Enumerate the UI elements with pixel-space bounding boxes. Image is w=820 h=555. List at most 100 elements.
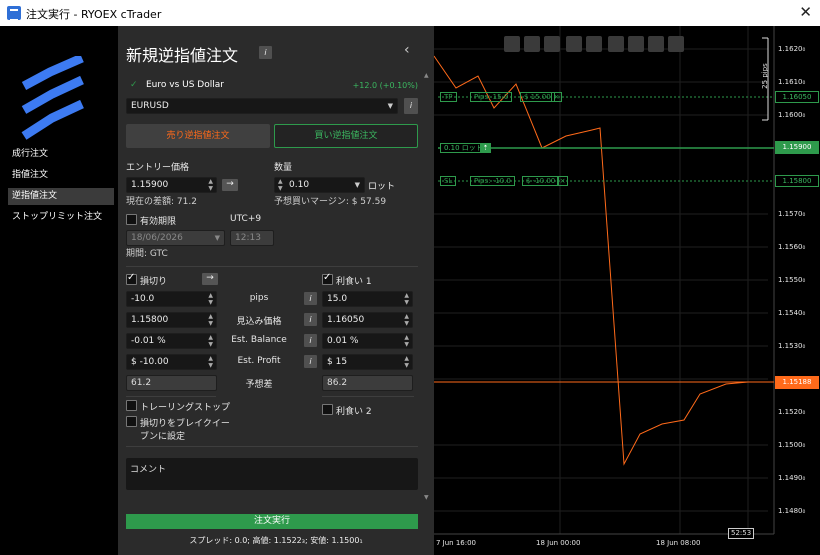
symbol-info-icon[interactable]: i: [404, 98, 418, 114]
expiry-date-input[interactable]: 18/06/2026 ▼: [126, 230, 225, 246]
symbol-select[interactable]: EURUSD ▼: [126, 98, 398, 114]
expiry-checkbox[interactable]: [126, 214, 137, 225]
close-icon[interactable]: ✕: [799, 3, 812, 21]
nav-item-market-order[interactable]: 成行注文: [8, 146, 114, 163]
price-axis-label: 1.1540₀: [778, 309, 806, 317]
timeframe-icon[interactable]: [586, 36, 602, 52]
market-stats: スプレッド: 0.0; 高値: 1.1522₃; 安値: 1.1500₁: [189, 536, 363, 545]
tp-close-icon[interactable]: ×: [551, 92, 562, 102]
tp-balance-value: 0.01 %: [327, 336, 359, 346]
entry-price-input[interactable]: 1.15900 ▲ ▼: [126, 177, 217, 193]
info-icon[interactable]: i: [304, 334, 317, 347]
tp-line-tag[interactable]: TP: [440, 92, 457, 102]
sl-price-value: 1.15800: [131, 315, 169, 325]
take-profit-2-checkbox[interactable]: [322, 404, 333, 415]
spinner-icon[interactable]: ▲ ▼: [208, 334, 213, 348]
time-cursor-tag: 52:53: [728, 528, 755, 539]
expiry-time-input[interactable]: 12:13: [230, 230, 274, 246]
sl-line-tag[interactable]: SL: [440, 176, 457, 186]
quantity-unit: ロット: [368, 182, 396, 192]
execute-order-button[interactable]: 注文実行: [126, 514, 418, 529]
time-axis-label: 18 Jun 08:00: [656, 539, 701, 547]
arrow-right-icon[interactable]: →: [202, 273, 218, 285]
sl-price-tag: 1.15800: [775, 175, 819, 187]
spinner-icon[interactable]: ▲ ▼: [208, 313, 213, 327]
sl-balance-input[interactable]: -0.01 % ▲ ▼: [126, 333, 217, 349]
scrollbar[interactable]: ▲ ▼: [424, 72, 430, 502]
sl-profit-value: $ -10.00: [131, 357, 169, 367]
spinner-icon[interactable]: ▲ ▼: [278, 178, 283, 192]
info-icon[interactable]: i: [304, 292, 317, 305]
stop-loss-label: 損切り: [140, 277, 168, 287]
comment-input[interactable]: コメント: [126, 458, 418, 490]
time-axis-label: 18 Jun 00:00: [536, 539, 581, 547]
sl-diff-value: 61.2: [131, 378, 152, 388]
sl-pips-value: -10.0: [131, 294, 155, 304]
spinner-icon[interactable]: ▲ ▼: [404, 313, 409, 327]
stop-loss-checkbox[interactable]: [126, 272, 137, 285]
tp-price-tag: 1.16050: [775, 91, 819, 103]
breakeven-label-line1: 損切りをブレイクイー: [140, 419, 230, 429]
spinner-icon[interactable]: ▲ ▼: [208, 178, 213, 192]
settings-icon[interactable]: [668, 36, 684, 52]
quantity-value: 0.10: [289, 180, 310, 190]
entry-line-label: 0.10 ロット: [444, 144, 483, 152]
tp-price-input[interactable]: 1.16050 ▲ ▼: [322, 312, 413, 328]
sl-pips-input[interactable]: -10.0 ▲ ▼: [126, 291, 217, 307]
sl-price-input[interactable]: 1.15800 ▲ ▼: [126, 312, 217, 328]
spinner-icon[interactable]: ▲ ▼: [208, 355, 213, 369]
take-profit-2-label: 利食い 2: [336, 407, 372, 417]
indicators-icon[interactable]: [608, 36, 624, 52]
price-axis-label: 1.1530₀: [778, 342, 806, 350]
spinner-icon[interactable]: ▲ ▼: [404, 334, 409, 348]
collapse-chevron-icon[interactable]: ‹: [404, 42, 410, 58]
tp-price-value: 1.16050: [327, 315, 365, 325]
breakeven-checkbox[interactable]: [126, 416, 137, 427]
period-text: 期間: GTC: [126, 249, 168, 259]
info-icon[interactable]: i: [304, 355, 317, 368]
zoom-in-icon[interactable]: [524, 36, 540, 52]
spinner-icon[interactable]: ▲ ▼: [404, 292, 409, 306]
nav-item-stop-order[interactable]: 逆指値注文: [8, 188, 114, 205]
nav-item-limit-order[interactable]: 指値注文: [8, 167, 114, 184]
tp-pips-input[interactable]: 15.0 ▲ ▼: [322, 291, 413, 307]
tp-amount-text: $ 15.00: [524, 93, 551, 101]
spinner-icon[interactable]: ▲ ▼: [404, 355, 409, 369]
quantity-input[interactable]: ▲ ▼ 0.10 ▼: [274, 177, 365, 193]
objects-icon[interactable]: [628, 36, 644, 52]
price-chart[interactable]: TP Pips: 15.0 $ 15.00 × 1.16050 0.10 ロット…: [434, 26, 820, 555]
take-profit-checkbox[interactable]: [322, 272, 333, 285]
sl-pips-tag: Pips: -10.0: [470, 176, 515, 186]
trailing-stop-checkbox[interactable]: [126, 400, 137, 411]
arrow-right-icon[interactable]: →: [222, 179, 238, 191]
divider: [126, 396, 216, 397]
sl-close-icon[interactable]: ×: [557, 176, 568, 186]
sl-pips-text: Pips: -10.0: [474, 177, 511, 185]
tp-balance-input[interactable]: 0.01 % ▲ ▼: [322, 333, 413, 349]
info-icon[interactable]: i: [304, 313, 317, 326]
nav-item-stop-limit-order[interactable]: ストップリミット注文: [8, 209, 114, 226]
zoom-fit-icon[interactable]: [544, 36, 560, 52]
price-axis-label: 1.1600₀: [778, 111, 806, 119]
expected-price-label: 見込み価格: [236, 317, 282, 327]
sl-amount-text: $ -10.00: [526, 177, 556, 185]
spinner-icon[interactable]: ▲ ▼: [208, 292, 213, 306]
symbol-name: Euro vs US Dollar: [146, 80, 224, 90]
color-theme-icon[interactable]: [648, 36, 664, 52]
tp-profit-value: $ 15: [327, 357, 348, 367]
price-axis-label: 1.1500₀: [778, 441, 806, 449]
est-profit-label: Est. Profit: [237, 356, 281, 366]
timezone-label: UTC+9: [230, 214, 262, 224]
zoom-out-icon[interactable]: [504, 36, 520, 52]
tp-profit-input[interactable]: $ 15 ▲ ▼: [322, 354, 413, 370]
sell-stop-button[interactable]: 売り逆指値注文: [126, 124, 270, 148]
buy-stop-button[interactable]: 買い逆指値注文: [274, 124, 418, 148]
price-change: +12.0 (+0.10%): [352, 81, 418, 90]
sl-profit-input[interactable]: $ -10.00 ▲ ▼: [126, 354, 217, 370]
price-axis-label: 1.1620₀: [778, 45, 806, 53]
info-icon[interactable]: i: [259, 46, 272, 59]
tp-diff-value: 86.2: [327, 378, 348, 388]
chevron-down-icon: ▼: [354, 181, 360, 189]
chart-type-icon[interactable]: [566, 36, 582, 52]
sl-expected-diff: 61.2: [126, 375, 217, 391]
